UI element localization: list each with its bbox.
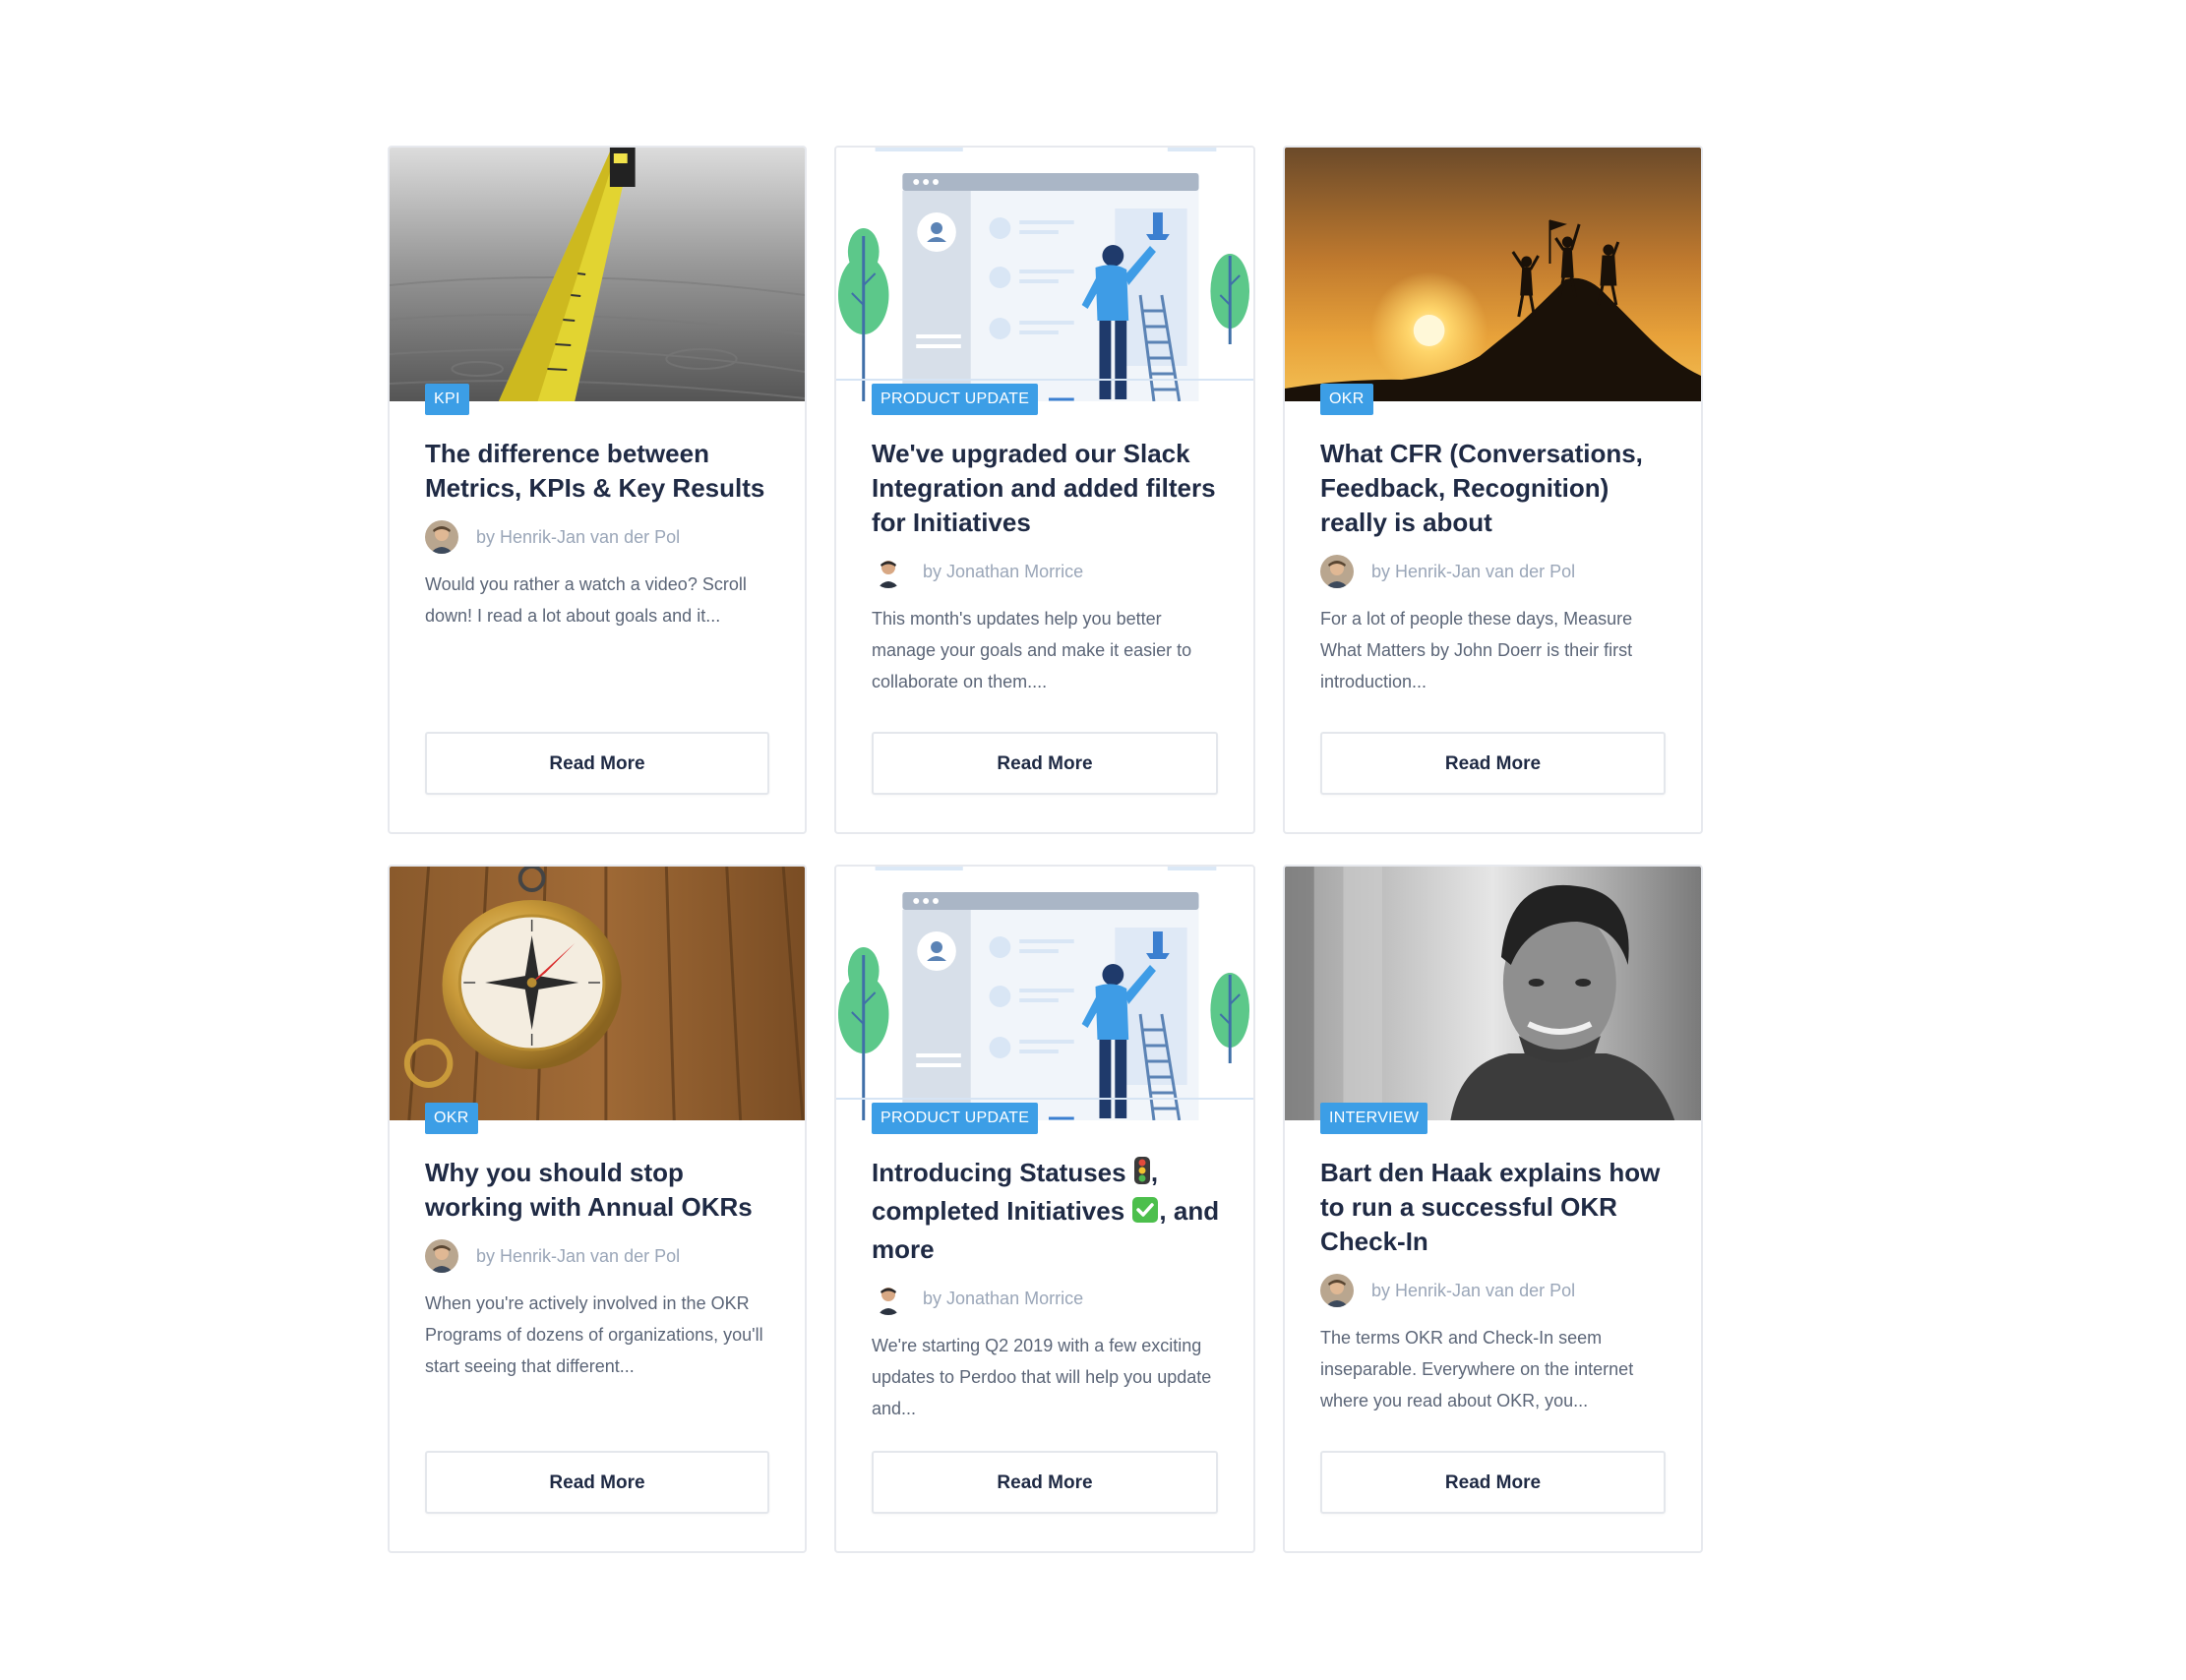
- category-tag[interactable]: INTERVIEW: [1320, 1103, 1428, 1134]
- card-image-mountain-summit[interactable]: [1285, 148, 1701, 401]
- card-image-product-update[interactable]: [836, 148, 1253, 401]
- card-excerpt: The terms OKR and Check-In seem insepara…: [1320, 1328, 1634, 1410]
- author-name[interactable]: by Henrik-Jan van der Pol: [1371, 562, 1575, 582]
- card-title[interactable]: Introducing Statuses , completed Initiat…: [872, 1156, 1222, 1267]
- category-tag[interactable]: PRODUCT UPDATE: [872, 1103, 1039, 1134]
- card-title[interactable]: What CFR (Conversations, Feedback, Recog…: [1320, 437, 1670, 540]
- card-title[interactable]: The difference between Metrics, KPIs & K…: [425, 437, 775, 506]
- author-byline: by Henrik-Jan van der Pol: [1320, 1273, 1666, 1308]
- card-title[interactable]: Why you should stop working with Annual …: [425, 1156, 775, 1225]
- author-avatar: [1320, 555, 1354, 588]
- card-image-compass[interactable]: [390, 867, 805, 1120]
- read-more-button[interactable]: Read More: [425, 732, 769, 795]
- traffic-light-icon: [1133, 1156, 1151, 1194]
- author-avatar: [425, 1239, 458, 1273]
- card-image-portrait[interactable]: [1285, 867, 1701, 1120]
- author-name[interactable]: by Jonathan Morrice: [923, 562, 1083, 582]
- category-tag[interactable]: OKR: [425, 1103, 478, 1134]
- card-image-tape-measure[interactable]: [390, 148, 805, 401]
- author-avatar: [872, 1282, 905, 1315]
- category-tag[interactable]: KPI: [425, 384, 469, 415]
- blog-card: OKR Why you should stop working with Ann…: [388, 865, 807, 1553]
- author-name[interactable]: by Jonathan Morrice: [923, 1289, 1083, 1309]
- read-more-button[interactable]: Read More: [872, 1451, 1218, 1514]
- author-byline: by Henrik-Jan van der Pol: [1320, 554, 1666, 589]
- author-name[interactable]: by Henrik-Jan van der Pol: [476, 1246, 680, 1267]
- card-title[interactable]: We've upgraded our Slack Integration and…: [872, 437, 1222, 540]
- blog-card: INTERVIEW Bart den Haak explains how to …: [1283, 865, 1703, 1553]
- card-excerpt: Would you rather a watch a video? Scroll…: [425, 574, 747, 626]
- blog-card: PRODUCT UPDATE Introducing Statuses , co…: [834, 865, 1255, 1553]
- read-more-button[interactable]: Read More: [1320, 732, 1666, 795]
- author-byline: by Jonathan Morrice: [872, 554, 1218, 589]
- author-byline: by Henrik-Jan van der Pol: [425, 1238, 769, 1274]
- read-more-button[interactable]: Read More: [872, 732, 1218, 795]
- card-image-product-update[interactable]: [836, 867, 1253, 1120]
- author-avatar: [1320, 1274, 1354, 1307]
- card-excerpt: For a lot of people these days, Measure …: [1320, 609, 1633, 691]
- card-title[interactable]: Bart den Haak explains how to run a succ…: [1320, 1156, 1670, 1259]
- blog-card: OKR What CFR (Conversations, Feedback, R…: [1283, 146, 1703, 834]
- card-excerpt: When you're actively involved in the OKR…: [425, 1293, 763, 1376]
- author-avatar: [425, 520, 458, 554]
- read-more-button[interactable]: Read More: [1320, 1451, 1666, 1514]
- author-byline: by Henrik-Jan van der Pol: [425, 519, 769, 555]
- author-name[interactable]: by Henrik-Jan van der Pol: [1371, 1281, 1575, 1301]
- blog-card-grid: KPI The difference between Metrics, KPIs…: [388, 146, 1706, 1553]
- check-mark-icon: [1131, 1196, 1159, 1232]
- author-name[interactable]: by Henrik-Jan van der Pol: [476, 527, 680, 548]
- author-avatar: [872, 555, 905, 588]
- card-excerpt: We're starting Q2 2019 with a few exciti…: [872, 1336, 1212, 1418]
- blog-card: PRODUCT UPDATE We've upgraded our Slack …: [834, 146, 1255, 834]
- category-tag[interactable]: PRODUCT UPDATE: [872, 384, 1039, 415]
- category-tag[interactable]: OKR: [1320, 384, 1373, 415]
- title-part: Introducing Statuses: [872, 1158, 1126, 1187]
- author-byline: by Jonathan Morrice: [872, 1281, 1218, 1316]
- read-more-button[interactable]: Read More: [425, 1451, 769, 1514]
- card-excerpt: This month's updates help you better man…: [872, 609, 1192, 691]
- blog-card: KPI The difference between Metrics, KPIs…: [388, 146, 807, 834]
